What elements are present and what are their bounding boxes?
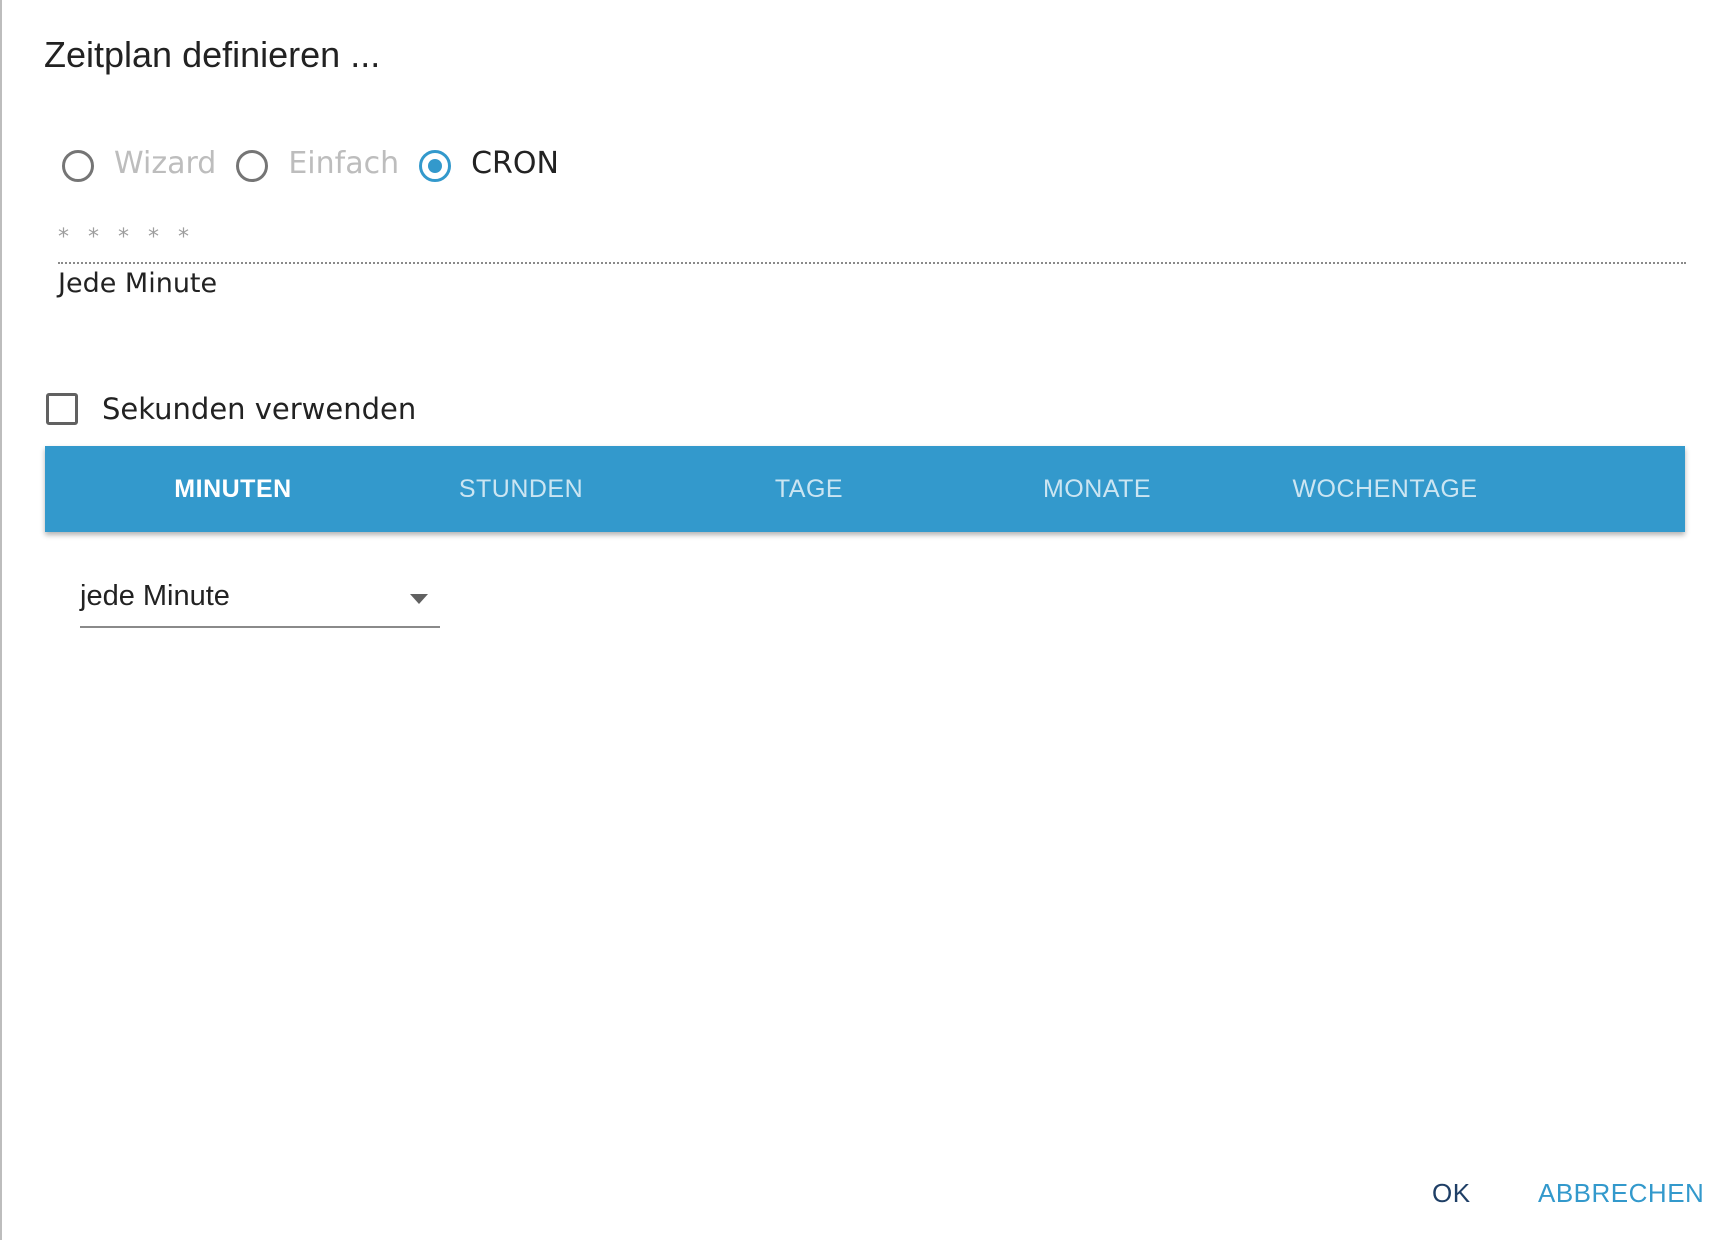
cron-expression-input[interactable]: [58, 212, 1686, 264]
radio-unchecked-icon: [236, 150, 269, 182]
use-seconds-label: Sekunden verwenden: [102, 392, 417, 426]
tab-days[interactable]: TAGE: [665, 446, 953, 532]
mode-radio-group: Wizard Einfach CRON: [62, 144, 579, 182]
mode-option-label: Wizard: [114, 145, 217, 181]
radio-unchecked-icon: [62, 150, 94, 182]
minutes-select-value: jede Minute: [80, 580, 230, 612]
dialog-title: Zeitplan definieren ...: [44, 34, 381, 75]
cron-description: Jede Minute: [58, 268, 218, 299]
radio-checked-icon: [419, 150, 452, 182]
mode-option-wizard[interactable]: Wizard: [62, 144, 216, 182]
mode-option-simple[interactable]: Einfach: [236, 144, 399, 182]
cancel-button[interactable]: ABBRECHEN: [1530, 1174, 1712, 1213]
mode-option-label: CRON: [471, 145, 559, 181]
cron-unit-tabs: MINUTEN STUNDEN TAGE MONATE WOCHENTAGE: [45, 446, 1685, 532]
tab-months[interactable]: MONATE: [953, 446, 1241, 532]
tab-weekdays[interactable]: WOCHENTAGE: [1241, 446, 1529, 532]
tab-hours[interactable]: STUNDEN: [377, 446, 665, 532]
schedule-dialog: Zeitplan definieren ... Wizard Einfach C…: [0, 0, 1730, 1240]
checkbox-unchecked-icon[interactable]: [46, 393, 78, 425]
ok-button[interactable]: OK: [1424, 1174, 1479, 1213]
minutes-select[interactable]: jede Minute: [80, 574, 440, 628]
dialog-left-border: [0, 0, 2, 1240]
dropdown-arrow-icon: [410, 594, 428, 604]
use-seconds-checkbox-row[interactable]: Sekunden verwenden: [46, 392, 416, 426]
mode-option-label: Einfach: [288, 145, 400, 181]
mode-option-cron[interactable]: CRON: [419, 144, 559, 182]
tab-minutes[interactable]: MINUTEN: [89, 446, 377, 532]
